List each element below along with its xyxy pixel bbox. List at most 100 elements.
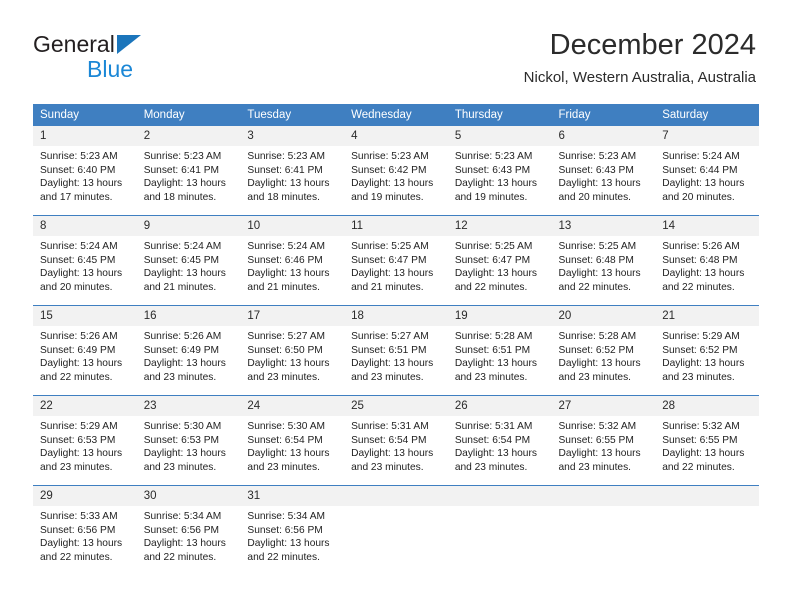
- day-detail-cell: Sunrise: 5:25 AM Sunset: 6:47 PM Daylight:…: [447, 236, 552, 305]
- sunset-text: Sunset: 6:52 PM: [662, 344, 738, 356]
- sunset-text: Sunset: 6:41 PM: [247, 164, 323, 176]
- sunrise-text: Sunrise: 5:23 AM: [143, 151, 222, 162]
- daylight-text: Daylight: 13 hours and 18 minutes.: [247, 178, 330, 203]
- day-number-cell[interactable]: 30: [136, 486, 241, 506]
- sunset-text: Sunset: 6:49 PM: [143, 344, 220, 356]
- day-number-cell[interactable]: 18: [344, 306, 448, 326]
- sunset-text: Sunset: 6:49 PM: [40, 344, 116, 356]
- sunset-text: Sunset: 6:43 PM: [558, 164, 634, 176]
- sunrise-text: Sunrise: 5:34 AM: [247, 511, 325, 522]
- daylight-text: Daylight: 13 hours and 20 minutes.: [662, 178, 745, 203]
- sunset-text: Sunset: 6:43 PM: [454, 164, 531, 176]
- day-detail-cell: Sunrise: 5:26 AM Sunset: 6:49 PM Daylight:…: [33, 326, 137, 395]
- day-number-cell[interactable]: 19: [447, 306, 552, 326]
- sunrise-text: Sunrise: 5:23 AM: [454, 151, 533, 162]
- day-number-cell[interactable]: 5: [447, 126, 552, 146]
- day-detail-cell: Sunrise: 5:27 AM Sunset: 6:51 PM Daylight:…: [344, 326, 448, 395]
- sunset-text: Sunset: 6:51 PM: [351, 344, 427, 356]
- sunrise-text: Sunrise: 5:24 AM: [247, 241, 325, 252]
- day-number-cell[interactable]: 11: [344, 216, 448, 236]
- day-number-cell: [655, 486, 759, 506]
- day-number-row: 22 23 24 25 26 27 28: [33, 396, 759, 416]
- day-detail-cell: Sunrise: 5:23 AM Sunset: 6:41 PM Daylight:…: [136, 146, 241, 215]
- sunrise-text: Sunrise: 5:28 AM: [454, 331, 533, 342]
- daylight-text: Daylight: 13 hours and 23 minutes.: [558, 358, 641, 383]
- day-detail-cell: Sunrise: 5:28 AM Sunset: 6:52 PM Daylight:…: [551, 326, 656, 395]
- sunset-text: Sunset: 6:50 PM: [247, 344, 323, 356]
- calendar-page: General Blue December 2024 Nickol, Weste…: [0, 0, 792, 612]
- sunrise-text: Sunrise: 5:33 AM: [40, 511, 118, 522]
- daylight-text: Daylight: 13 hours and 23 minutes.: [558, 448, 641, 473]
- sunrise-text: Sunrise: 5:29 AM: [40, 421, 118, 432]
- logo-text-general: General: [33, 31, 115, 57]
- day-number-cell[interactable]: 24: [240, 396, 345, 416]
- day-number-cell[interactable]: 6: [551, 126, 656, 146]
- day-number-cell[interactable]: 9: [136, 216, 241, 236]
- logo-text-blue: Blue: [87, 56, 134, 82]
- weekday-header-wednesday: Wednesday: [344, 104, 448, 126]
- day-number-cell[interactable]: 23: [136, 396, 241, 416]
- day-number-cell[interactable]: 4: [344, 126, 448, 146]
- day-number-cell[interactable]: 8: [33, 216, 137, 236]
- day-number-cell[interactable]: 3: [240, 126, 345, 146]
- sunrise-text: Sunrise: 5:25 AM: [351, 241, 429, 252]
- day-detail-cell: Sunrise: 5:26 AM Sunset: 6:48 PM Daylight:…: [655, 236, 759, 305]
- weekday-header-row: Sunday Monday Tuesday Wednesday Thursday…: [33, 104, 759, 126]
- daylight-text: Daylight: 13 hours and 23 minutes.: [351, 448, 434, 473]
- day-number-row: 15 16 17 18 19 20 21: [33, 306, 759, 326]
- day-number-cell[interactable]: 12: [447, 216, 552, 236]
- day-detail-row: Sunrise: 5:26 AM Sunset: 6:49 PM Daylight:…: [33, 326, 759, 395]
- day-number-cell[interactable]: 26: [447, 396, 552, 416]
- weekday-header-sunday: Sunday: [33, 104, 137, 126]
- day-number-cell[interactable]: 15: [33, 306, 137, 326]
- day-detail-cell: Sunrise: 5:32 AM Sunset: 6:55 PM Daylight:…: [655, 416, 759, 485]
- day-detail-cell: Sunrise: 5:34 AM Sunset: 6:56 PM Daylight:…: [136, 506, 241, 575]
- sunrise-text: Sunrise: 5:29 AM: [662, 331, 740, 342]
- sunrise-text: Sunrise: 5:30 AM: [143, 421, 222, 432]
- title-block: December 2024 Nickol, Western Australia,…: [524, 28, 756, 87]
- day-number-cell[interactable]: 22: [33, 396, 137, 416]
- day-number-cell[interactable]: 10: [240, 216, 345, 236]
- day-detail-cell: Sunrise: 5:31 AM Sunset: 6:54 PM Daylight:…: [447, 416, 552, 485]
- day-number-cell[interactable]: 1: [33, 126, 137, 146]
- sunset-text: Sunset: 6:47 PM: [351, 254, 427, 266]
- day-number-cell[interactable]: 13: [551, 216, 656, 236]
- day-number-cell[interactable]: 20: [551, 306, 656, 326]
- daylight-text: Daylight: 13 hours and 22 minutes.: [40, 358, 123, 383]
- daylight-text: Daylight: 13 hours and 23 minutes.: [143, 448, 226, 473]
- page-header: General Blue December 2024 Nickol, Weste…: [0, 0, 792, 100]
- day-detail-cell: Sunrise: 5:23 AM Sunset: 6:41 PM Daylight:…: [240, 146, 345, 215]
- day-number-cell[interactable]: 28: [655, 396, 759, 416]
- day-number-cell[interactable]: 7: [655, 126, 759, 146]
- sunset-text: Sunset: 6:48 PM: [662, 254, 738, 266]
- day-number-cell[interactable]: 29: [33, 486, 137, 506]
- daylight-text: Daylight: 13 hours and 23 minutes.: [662, 358, 745, 383]
- day-number-cell[interactable]: 2: [136, 126, 241, 146]
- daylight-text: Daylight: 13 hours and 18 minutes.: [143, 178, 226, 203]
- day-number-row: 8 9 10 11 12 13 14: [33, 216, 759, 236]
- sunset-text: Sunset: 6:56 PM: [247, 524, 323, 536]
- daylight-text: Daylight: 13 hours and 22 minutes.: [558, 268, 641, 293]
- day-detail-cell: Sunrise: 5:29 AM Sunset: 6:52 PM Daylight:…: [655, 326, 759, 395]
- day-number-cell[interactable]: 31: [240, 486, 345, 506]
- sunrise-text: Sunrise: 5:27 AM: [247, 331, 325, 342]
- day-number-cell[interactable]: 16: [136, 306, 241, 326]
- day-number-cell[interactable]: 14: [655, 216, 759, 236]
- sunset-text: Sunset: 6:54 PM: [247, 434, 323, 446]
- day-number-cell[interactable]: 27: [551, 396, 656, 416]
- day-detail-cell: Sunrise: 5:30 AM Sunset: 6:54 PM Daylight:…: [240, 416, 345, 485]
- daylight-text: Daylight: 13 hours and 23 minutes.: [143, 358, 226, 383]
- day-detail-cell: Sunrise: 5:27 AM Sunset: 6:50 PM Daylight:…: [240, 326, 345, 395]
- daylight-text: Daylight: 13 hours and 23 minutes.: [454, 358, 537, 383]
- day-detail-row: Sunrise: 5:24 AM Sunset: 6:45 PM Daylight:…: [33, 236, 759, 305]
- day-number-cell[interactable]: 17: [240, 306, 345, 326]
- day-detail-cell: Sunrise: 5:23 AM Sunset: 6:40 PM Daylight:…: [33, 146, 137, 215]
- sunset-text: Sunset: 6:41 PM: [143, 164, 220, 176]
- sunrise-text: Sunrise: 5:34 AM: [143, 511, 222, 522]
- sunset-text: Sunset: 6:47 PM: [454, 254, 531, 266]
- weekday-header-thursday: Thursday: [447, 104, 552, 126]
- day-detail-cell: Sunrise: 5:34 AM Sunset: 6:56 PM Daylight:…: [240, 506, 345, 575]
- day-number-cell[interactable]: 21: [655, 306, 759, 326]
- daylight-text: Daylight: 13 hours and 22 minutes.: [40, 538, 123, 563]
- day-number-cell[interactable]: 25: [344, 396, 448, 416]
